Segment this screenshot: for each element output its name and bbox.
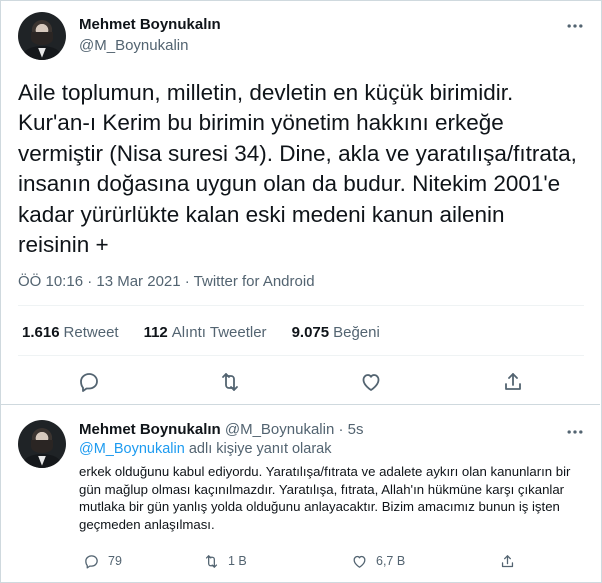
reply-count: 79 [108, 554, 122, 568]
reply-author-name[interactable]: Mehmet Boynukalın [79, 421, 221, 438]
retweet-icon [203, 553, 220, 570]
replying-to: @M_Boynukalin adlı kişiye yanıt olarak [79, 441, 332, 457]
replying-to-handle-link[interactable]: @M_Boynukalin [79, 441, 185, 457]
replying-to-suffix: adlı kişiye yanıt olarak [184, 441, 332, 457]
tweet-text: Aile toplumun, milletin, devletin en küç… [18, 80, 577, 258]
reply-timestamp[interactable]: · 5s [338, 421, 363, 438]
like-icon[interactable] [359, 370, 383, 394]
author-handle[interactable]: @M_Boynukalin [79, 37, 188, 54]
retweet-count: 1 B [228, 554, 247, 568]
reply-text: erkek olduğunu kabul ediyordu. Yaratılış… [79, 464, 571, 533]
reply-author-handle[interactable]: @M_Boynukalin [225, 421, 334, 438]
retweet-icon[interactable] [218, 370, 242, 394]
reply-icon [83, 553, 100, 570]
author-name[interactable]: Mehmet Boynukalın [79, 16, 221, 33]
reply-actions: 79 1 B 6,7 B [79, 551, 579, 571]
more-options-icon[interactable] [565, 422, 585, 442]
reply-like-action[interactable]: 6,7 B [351, 551, 405, 571]
reply-icon[interactable] [77, 370, 101, 394]
share-icon [499, 553, 516, 570]
like-count: 6,7 B [376, 554, 406, 568]
retweet-stat[interactable]: 1.616 Retweet [22, 324, 119, 341]
reply-share-action[interactable] [499, 551, 516, 571]
like-icon [351, 553, 368, 570]
like-stat[interactable]: 9.075 Beğeni [292, 324, 380, 341]
tweet-actions [0, 370, 600, 396]
reply-reply-action[interactable]: 79 [83, 551, 122, 571]
author-avatar[interactable] [18, 12, 66, 60]
reply-retweet-action[interactable]: 1 B [203, 551, 247, 571]
divider [18, 305, 584, 306]
tweet-separator [0, 404, 600, 405]
tweet-meta[interactable]: ÖÖ 10:16 · 13 Mar 2021 · Twitter for And… [18, 273, 315, 290]
reply-header: Mehmet Boynukalın @M_Boynukalin · 5s [79, 421, 364, 438]
share-icon[interactable] [501, 370, 525, 394]
reply-author-avatar[interactable] [18, 420, 66, 468]
more-options-icon[interactable] [565, 16, 585, 36]
divider [18, 355, 584, 356]
tweet-stats: 1.616 Retweet 112 Alıntı Tweetler 9.075 Beğ… [22, 324, 380, 341]
quote-stat[interactable]: 112 Alıntı Tweetler [144, 324, 267, 341]
